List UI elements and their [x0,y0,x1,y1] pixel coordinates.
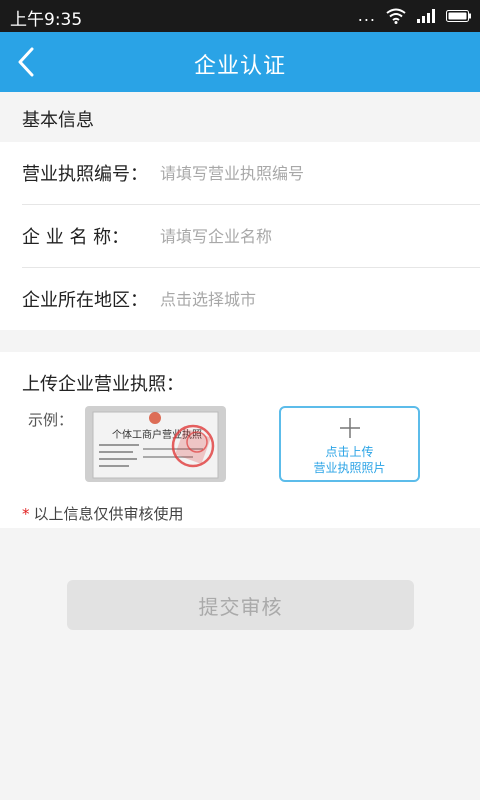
company-region-row: 企业所在地区： [0,268,480,330]
company-name-label: 企 业 名 称： [22,227,130,248]
city-select-input[interactable] [160,282,460,316]
license-number-label: 营业执照编号： [22,164,148,185]
upload-button-line2: 营业执照照片 [313,461,386,475]
app-header: 企业认证 [0,32,480,92]
upload-button-line1: 点击上传 [325,445,374,459]
audit-note-text: 以上信息仅供审核使用 [33,505,184,523]
wifi-icon [386,8,406,24]
company-name-input[interactable] [160,219,460,253]
audit-note: * 以上信息仅供审核使用 [22,503,184,524]
upload-license-button[interactable]: 点击上传 营业执照照片 [279,406,420,482]
license-number-input[interactable] [160,156,460,190]
upload-button-text: 点击上传 营业执照照片 [281,444,418,476]
notification-dots: ... [357,6,376,25]
required-star: * [22,505,30,523]
upload-title: 上传企业营业执照： [22,374,184,395]
company-name-row: 企 业 名 称： [0,205,480,267]
status-icons: ... [358,6,472,26]
license-number-row: 营业执照编号： [0,142,480,204]
company-region-label: 企业所在地区： [22,290,148,311]
battery-icon [446,10,471,22]
page-title: 企业认证 [193,54,286,79]
basic-info-title: 基本信息 [22,110,94,131]
example-label: 示例： [28,411,74,429]
status-time: 上午9:35 [10,10,83,30]
status-bar: 上午9:35 ... [0,0,480,32]
plus-icon [281,416,418,444]
basic-info-card: 营业执照编号： 企 业 名 称： 企业所在地区： [0,142,480,330]
license-sample-illustration: 个体工商户营业执照 [85,406,226,482]
signal-icon [417,9,435,23]
sample-license-image: 个体工商户营业执照 [85,406,226,482]
submit-review-button[interactable]: 提交审核 [67,580,414,630]
